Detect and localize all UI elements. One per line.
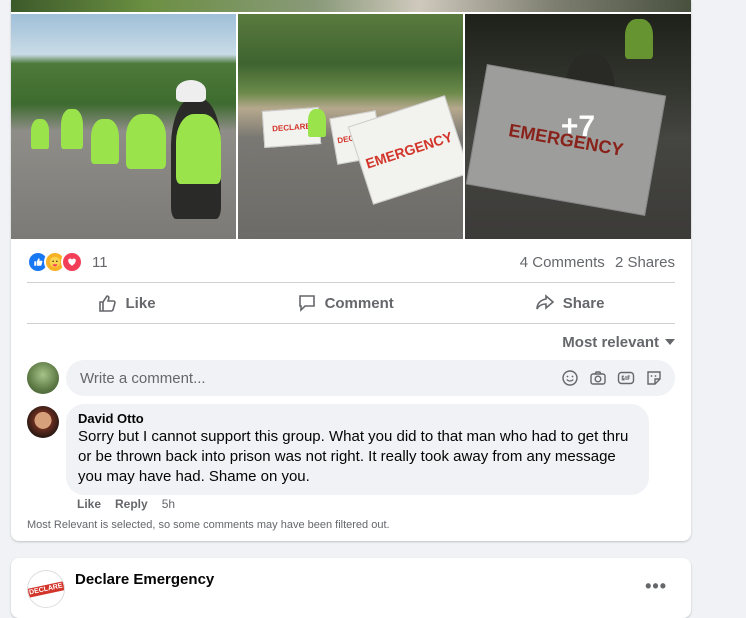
engagement-stats: 4 Comments 2 Shares — [514, 254, 675, 271]
comment-text: Sorry but I cannot support this group. W… — [78, 428, 629, 485]
more-options-icon[interactable]: ••• — [645, 576, 667, 597]
comment-like-button[interactable]: Like — [77, 497, 101, 511]
share-button[interactable]: Share — [505, 287, 635, 319]
comment-author-avatar[interactable] — [27, 406, 59, 438]
next-post-card: DECLARE Declare Emergency ••• — [11, 558, 691, 618]
comment-author-name[interactable]: David Otto — [78, 411, 637, 426]
thumbs-up-icon — [98, 295, 116, 312]
reaction-icons[interactable]: 11 — [27, 251, 108, 273]
gif-icon[interactable] — [617, 369, 635, 387]
previous-photo-strip[interactable] — [11, 0, 691, 12]
person-cap — [176, 80, 206, 102]
comment-sort-dropdown[interactable]: Most relevant — [562, 330, 675, 354]
photo-2[interactable]: DECLARE DECLARE EMERGENCY — [238, 14, 463, 239]
page-name[interactable]: Declare Emergency — [75, 571, 214, 588]
safety-vest — [31, 119, 49, 149]
reactions-summary: 11 4 Comments 2 Shares — [27, 250, 675, 274]
like-label: Like — [125, 294, 156, 312]
emoji-icon[interactable] — [561, 369, 579, 387]
photo-3[interactable]: EMERGENCY +7 — [465, 14, 691, 239]
comment-composer — [66, 360, 675, 396]
post-actions: Like Comment Share — [27, 283, 675, 323]
current-user-avatar[interactable] — [27, 362, 59, 394]
love-icon — [61, 251, 83, 273]
divider — [27, 323, 675, 324]
shares-count[interactable]: 2 Shares — [615, 254, 675, 271]
camera-icon[interactable] — [589, 369, 607, 387]
comments-count[interactable]: 4 Comments — [520, 254, 605, 271]
comment-timestamp[interactable]: 5h — [162, 497, 175, 511]
composer-tools — [561, 369, 663, 387]
safety-vest — [308, 109, 326, 137]
comment-reply-button[interactable]: Reply — [115, 497, 148, 511]
comment-label: Comment — [324, 294, 394, 312]
safety-vest — [91, 119, 119, 164]
comment-input[interactable] — [78, 368, 542, 388]
like-button[interactable]: Like — [68, 287, 186, 319]
filter-note: Most Relevant is selected, so some comme… — [27, 519, 390, 531]
comment-icon — [298, 295, 315, 312]
share-icon — [535, 294, 554, 310]
page-logo[interactable]: DECLARE — [27, 570, 65, 608]
sort-label: Most relevant — [562, 333, 659, 351]
comment-bubble: David Otto Sorry but I cannot support th… — [66, 404, 649, 495]
caret-down-icon — [665, 339, 675, 345]
safety-vest — [176, 114, 221, 184]
safety-vest — [126, 114, 166, 169]
page-logo-text: DECLARE — [28, 580, 64, 598]
reaction-count[interactable]: 11 — [92, 254, 108, 271]
photo-1[interactable] — [11, 14, 236, 239]
comment-button[interactable]: Comment — [267, 287, 424, 319]
post-card: DECLARE DECLARE EMERGENCY EMERGENCY +7 1… — [11, 0, 691, 541]
share-label: Share — [562, 294, 605, 312]
comment-actions: Like Reply 5h — [77, 497, 175, 511]
more-photos-count: +7 — [560, 109, 596, 143]
safety-vest — [61, 109, 83, 149]
more-photos-overlay[interactable]: +7 — [465, 14, 691, 239]
sticker-icon[interactable] — [645, 369, 663, 387]
